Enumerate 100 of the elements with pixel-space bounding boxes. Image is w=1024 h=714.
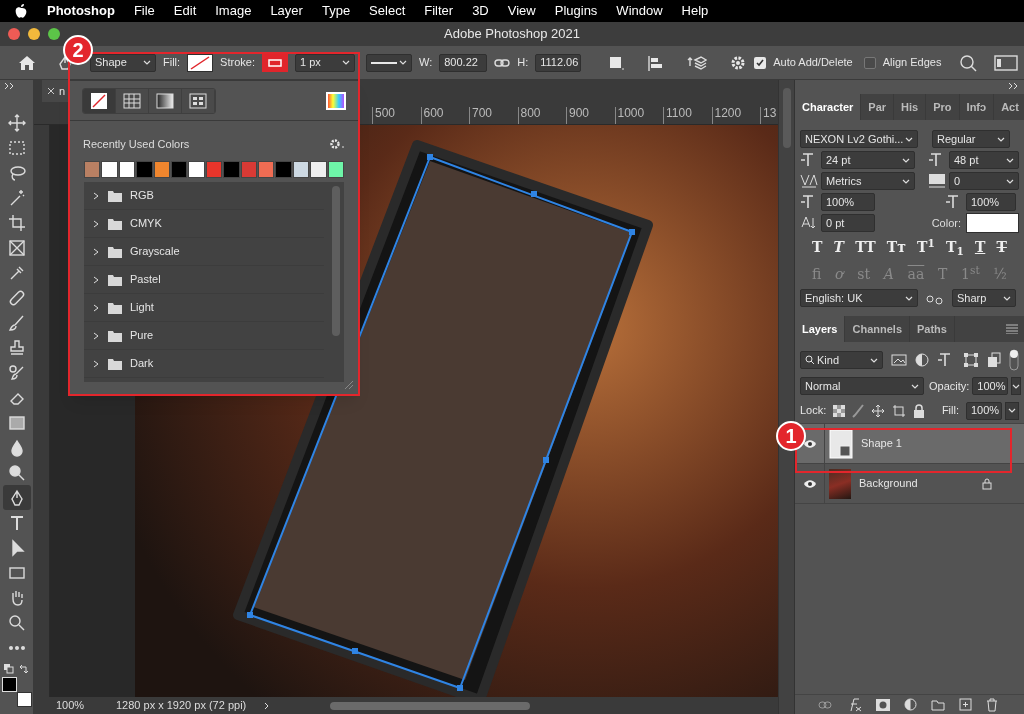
- swatch-folder[interactable]: Dark: [84, 350, 324, 378]
- opacity-field[interactable]: 100%: [972, 377, 1009, 395]
- panel-tab[interactable]: His: [894, 94, 927, 120]
- type-style-button[interactable]: T: [996, 240, 1007, 254]
- zoom-button[interactable]: [48, 28, 60, 40]
- height-field[interactable]: 1112.06: [535, 53, 582, 72]
- menu-item[interactable]: Select: [369, 1, 406, 21]
- swatch-folder[interactable]: Pure: [84, 322, 324, 350]
- filter-type-dropdown[interactable]: Kind: [800, 351, 883, 369]
- color-swatch[interactable]: [101, 161, 118, 178]
- scrollbar-thumb[interactable]: [330, 701, 530, 710]
- leading-dropdown[interactable]: 48 pt: [949, 151, 1019, 169]
- document-tab[interactable]: n: [42, 80, 71, 102]
- adjustment-filter-icon[interactable]: [915, 353, 929, 367]
- anti-aliasing-dropdown[interactable]: Sharp: [952, 289, 1016, 307]
- path-arrangement-icon[interactable]: [687, 53, 708, 72]
- checkbox[interactable]: [863, 56, 876, 69]
- font-size-dropdown[interactable]: 24 pt: [821, 151, 915, 169]
- color-swatch[interactable]: [171, 161, 188, 178]
- panel-tab[interactable]: Pro: [926, 94, 960, 120]
- workspace-icon[interactable]: [994, 54, 1019, 71]
- opacity-dropdown[interactable]: [1011, 377, 1022, 395]
- width-field[interactable]: 800.22: [439, 53, 488, 72]
- swap-colors-icon[interactable]: [18, 664, 29, 674]
- swatch-folder[interactable]: Grayscale: [84, 238, 324, 266]
- tool-button[interactable]: [2, 485, 31, 510]
- type-style-button[interactable]: T: [974, 240, 986, 254]
- menu-item[interactable]: 3D: [472, 1, 489, 21]
- color-swatch[interactable]: [223, 161, 240, 178]
- menu-item[interactable]: Help: [681, 1, 709, 21]
- color-swatch[interactable]: [310, 161, 327, 178]
- panel-tab[interactable]: Act: [994, 94, 1024, 120]
- layer-name[interactable]: Background: [859, 475, 982, 492]
- menu-item[interactable]: Type: [321, 1, 351, 21]
- shape-layer-thumbnail[interactable]: [829, 428, 853, 459]
- mask-icon[interactable]: [876, 698, 890, 711]
- image-layer-thumbnail[interactable]: [829, 468, 851, 499]
- color-swatch[interactable]: [118, 161, 136, 178]
- lock-artboard-icon[interactable]: [892, 403, 907, 418]
- swatch-folder[interactable]: CMYK: [84, 210, 324, 238]
- color-swatch[interactable]: [327, 161, 345, 178]
- layer-row[interactable]: Shape 1: [795, 424, 1024, 464]
- color-swatch[interactable]: [84, 161, 101, 178]
- eye-icon[interactable]: [802, 478, 817, 489]
- collapse-icon[interactable]: [1008, 82, 1020, 90]
- type-style-button[interactable]: T$^{1}$: [917, 240, 935, 254]
- image-filter-icon[interactable]: [891, 353, 907, 367]
- layer-row[interactable]: Background: [795, 464, 1024, 504]
- lock-pixels-icon[interactable]: [852, 403, 865, 418]
- color-swatch[interactable]: [275, 161, 292, 178]
- swatch-folder[interactable]: Pastel: [84, 266, 324, 294]
- smart-object-filter-icon[interactable]: [987, 352, 1001, 368]
- horizontal-scale-field[interactable]: 100%: [966, 193, 1016, 211]
- shape-filter-icon[interactable]: [963, 352, 979, 368]
- panel-tab[interactable]: Par: [861, 94, 895, 120]
- fill-dropdown[interactable]: [1005, 401, 1019, 420]
- color-picker-icon[interactable]: [326, 91, 346, 110]
- type-style-button[interactable]: T: [833, 240, 845, 254]
- resize-grip-icon[interactable]: [344, 380, 354, 390]
- close-icon[interactable]: [47, 87, 55, 95]
- menu-item[interactable]: File: [133, 1, 155, 21]
- font-style-dropdown[interactable]: Regular: [932, 130, 1010, 148]
- panel-tab[interactable]: Layers: [795, 316, 846, 342]
- panel-tab[interactable]: Paths: [910, 316, 955, 342]
- color-swatch[interactable]: [292, 161, 310, 178]
- scrollbar-thumb[interactable]: [782, 88, 791, 148]
- color-swatch[interactable]: [153, 161, 171, 178]
- layer-name[interactable]: Shape 1: [861, 435, 1024, 452]
- language-dropdown[interactable]: English: UK: [800, 289, 918, 307]
- menu-item[interactable]: Window: [616, 1, 663, 21]
- lock-transparency-icon[interactable]: [833, 404, 846, 417]
- background-color-swatch[interactable]: [16, 692, 32, 707]
- font-family-dropdown[interactable]: NEXON Lv2 Gothi...: [800, 130, 918, 148]
- fill-type-selector[interactable]: [82, 87, 216, 114]
- checkbox[interactable]: [754, 56, 767, 69]
- baseline-shift-field[interactable]: 0 pt: [821, 214, 875, 232]
- kerning-dropdown[interactable]: Metrics: [821, 172, 915, 190]
- type-style-button[interactable]: TT: [855, 240, 876, 254]
- search-icon[interactable]: [959, 53, 978, 72]
- folder-icon[interactable]: [931, 698, 945, 711]
- panel-menu-icon[interactable]: [1006, 324, 1018, 334]
- text-color-swatch[interactable]: [966, 213, 1019, 233]
- color-swatch[interactable]: [188, 161, 205, 178]
- new-layer-icon[interactable]: [959, 698, 972, 711]
- menu-item[interactable]: Image: [215, 1, 252, 21]
- tracking-dropdown[interactable]: 0: [949, 172, 1019, 190]
- stroke-style-dropdown[interactable]: [365, 53, 412, 72]
- blend-mode-dropdown[interactable]: Normal: [800, 377, 924, 395]
- fill-type-tab[interactable]: [116, 88, 149, 113]
- lock-position-icon[interactable]: [871, 403, 886, 418]
- color-swatch[interactable]: [258, 161, 275, 178]
- expand-icon[interactable]: [4, 82, 16, 90]
- minimize-button[interactable]: [28, 28, 40, 40]
- fill-field[interactable]: 100%: [966, 401, 1002, 420]
- panel-tab[interactable]: Channels: [845, 316, 910, 342]
- fill-type-tab[interactable]: [83, 88, 116, 113]
- default-colors-icon[interactable]: [3, 664, 14, 674]
- color-swatch[interactable]: [240, 161, 258, 178]
- vertical-scale-field[interactable]: 100%: [821, 193, 875, 211]
- foreground-color-swatch[interactable]: [1, 677, 17, 692]
